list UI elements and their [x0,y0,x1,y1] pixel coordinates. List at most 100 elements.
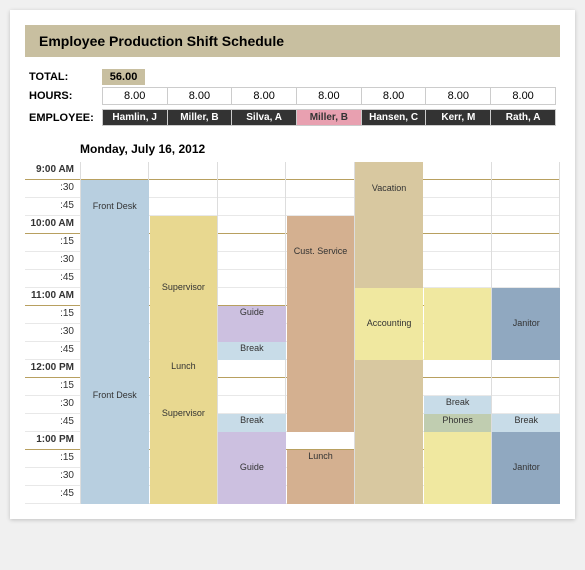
schedule-block [287,288,355,432]
time-row: 9:00 AM [25,162,560,180]
employee-row-container: EMPLOYEE: Hamlin, JMiller, BSilva, AMill… [25,107,560,128]
time-label: :45 [25,486,80,503]
time-label: :30 [25,252,80,269]
schedule-block: Guide [218,432,286,504]
grid-cell [423,216,491,234]
employee-cells-row: Hamlin, JMiller, BSilva, AMiller, BHanse… [102,110,555,126]
grid-cell [423,180,491,198]
grid-cell [218,162,286,180]
grid-cell [218,360,286,378]
grid-cell [149,162,217,180]
employee-cell: Kerr, M [426,110,491,126]
schedule-block: Break [218,342,286,360]
schedule-block [424,288,492,360]
schedule-block: Break [424,396,492,414]
grid-cell [149,180,217,198]
hours-row-container: HOURS: 8.008.008.008.008.008.008.00 [25,85,560,107]
page: Employee Production Shift Schedule TOTAL… [10,10,575,519]
total-value: 56.00 [102,69,146,85]
time-label: 1:00 PM [25,432,80,449]
schedule-block: Lunch [150,360,218,378]
total-label: TOTAL: [25,69,98,85]
hours-cell: 8.00 [491,88,556,105]
hours-cell: 8.00 [361,88,426,105]
grid-cell [286,198,354,216]
grid-cell [423,378,491,396]
schedule-block: Vacation [355,162,423,216]
schedule-block [287,468,355,504]
schedule-block [355,360,423,504]
cols [80,162,560,179]
hours-cell: 8.00 [426,88,491,105]
hours-cell: 8.00 [232,88,297,105]
schedule-block [218,324,286,342]
grid-cell [218,270,286,288]
schedule-block: Phones [424,414,492,432]
time-label: :15 [25,306,80,323]
grid-cell [218,198,286,216]
employee-cell: Rath, A [491,110,556,126]
grid-cell [492,216,560,234]
employee-label: EMPLOYEE: [25,107,98,128]
grid-cell [218,288,286,306]
schedule-grid: 9:00 AM:30:4510:00 AM:15:30:4511:00 AM:1… [25,162,560,504]
employee-cell: Hamlin, J [102,110,167,126]
hours-cells-row: 8.008.008.008.008.008.008.00 [102,88,555,105]
grid-cell [218,216,286,234]
grid-cell [423,270,491,288]
time-label: :45 [25,342,80,359]
grid-cell [492,234,560,252]
date-header: Monday, July 16, 2012 [25,142,560,156]
grid-cell [218,252,286,270]
time-label: :45 [25,198,80,215]
grid-cell [423,252,491,270]
schedule-block: Janitor [492,432,560,504]
grid-cell [149,198,217,216]
employee-cell: Miller, B [297,110,362,126]
time-label: :30 [25,324,80,341]
grid-cell [492,198,560,216]
employee-cell: Silva, A [232,110,297,126]
grid-cell [492,378,560,396]
time-label: :30 [25,468,80,485]
time-label: :15 [25,450,80,467]
grid-cell [423,198,491,216]
cols [80,198,560,215]
schedule-block [150,450,218,504]
employee-cell: Miller, B [167,110,232,126]
grid-cell [423,234,491,252]
summary-table: TOTAL: 56.00 HOURS: 8.008.008.008.008.00… [25,69,560,128]
hours-cell: 8.00 [167,88,232,105]
grid-cell [218,234,286,252]
grid-cell [492,270,560,288]
grid-cell [286,180,354,198]
page-title: Employee Production Shift Schedule [25,25,560,57]
time-label: :45 [25,414,80,431]
schedule-block: Janitor [492,288,560,360]
hours-cell: 8.00 [102,88,167,105]
time-label: :15 [25,378,80,395]
schedule-block: Break [492,414,560,432]
schedule-block: Guide [218,306,286,324]
time-label: 10:00 AM [25,216,80,233]
schedule-block: Supervisor [150,378,218,450]
schedule-block: Front Desk [81,180,149,234]
employee-cell: Hansen, C [361,110,426,126]
grid-cell [218,378,286,396]
schedule-block: Lunch [287,450,355,468]
schedule-block [355,216,423,288]
grid-cell [423,360,491,378]
grid-cell [492,162,560,180]
hours-cell: 8.00 [297,88,362,105]
schedule-block: Front Desk [81,378,149,414]
time-label: :30 [25,396,80,413]
schedule-block: Cust. Service [287,216,355,288]
schedule-block [81,414,149,504]
schedule-block [81,234,149,378]
time-label: :15 [25,234,80,251]
grid-cell [286,432,354,450]
schedule-block: Accounting [355,288,423,360]
grid-cell [286,162,354,180]
hours-label: HOURS: [25,85,98,107]
grid-cell [423,162,491,180]
